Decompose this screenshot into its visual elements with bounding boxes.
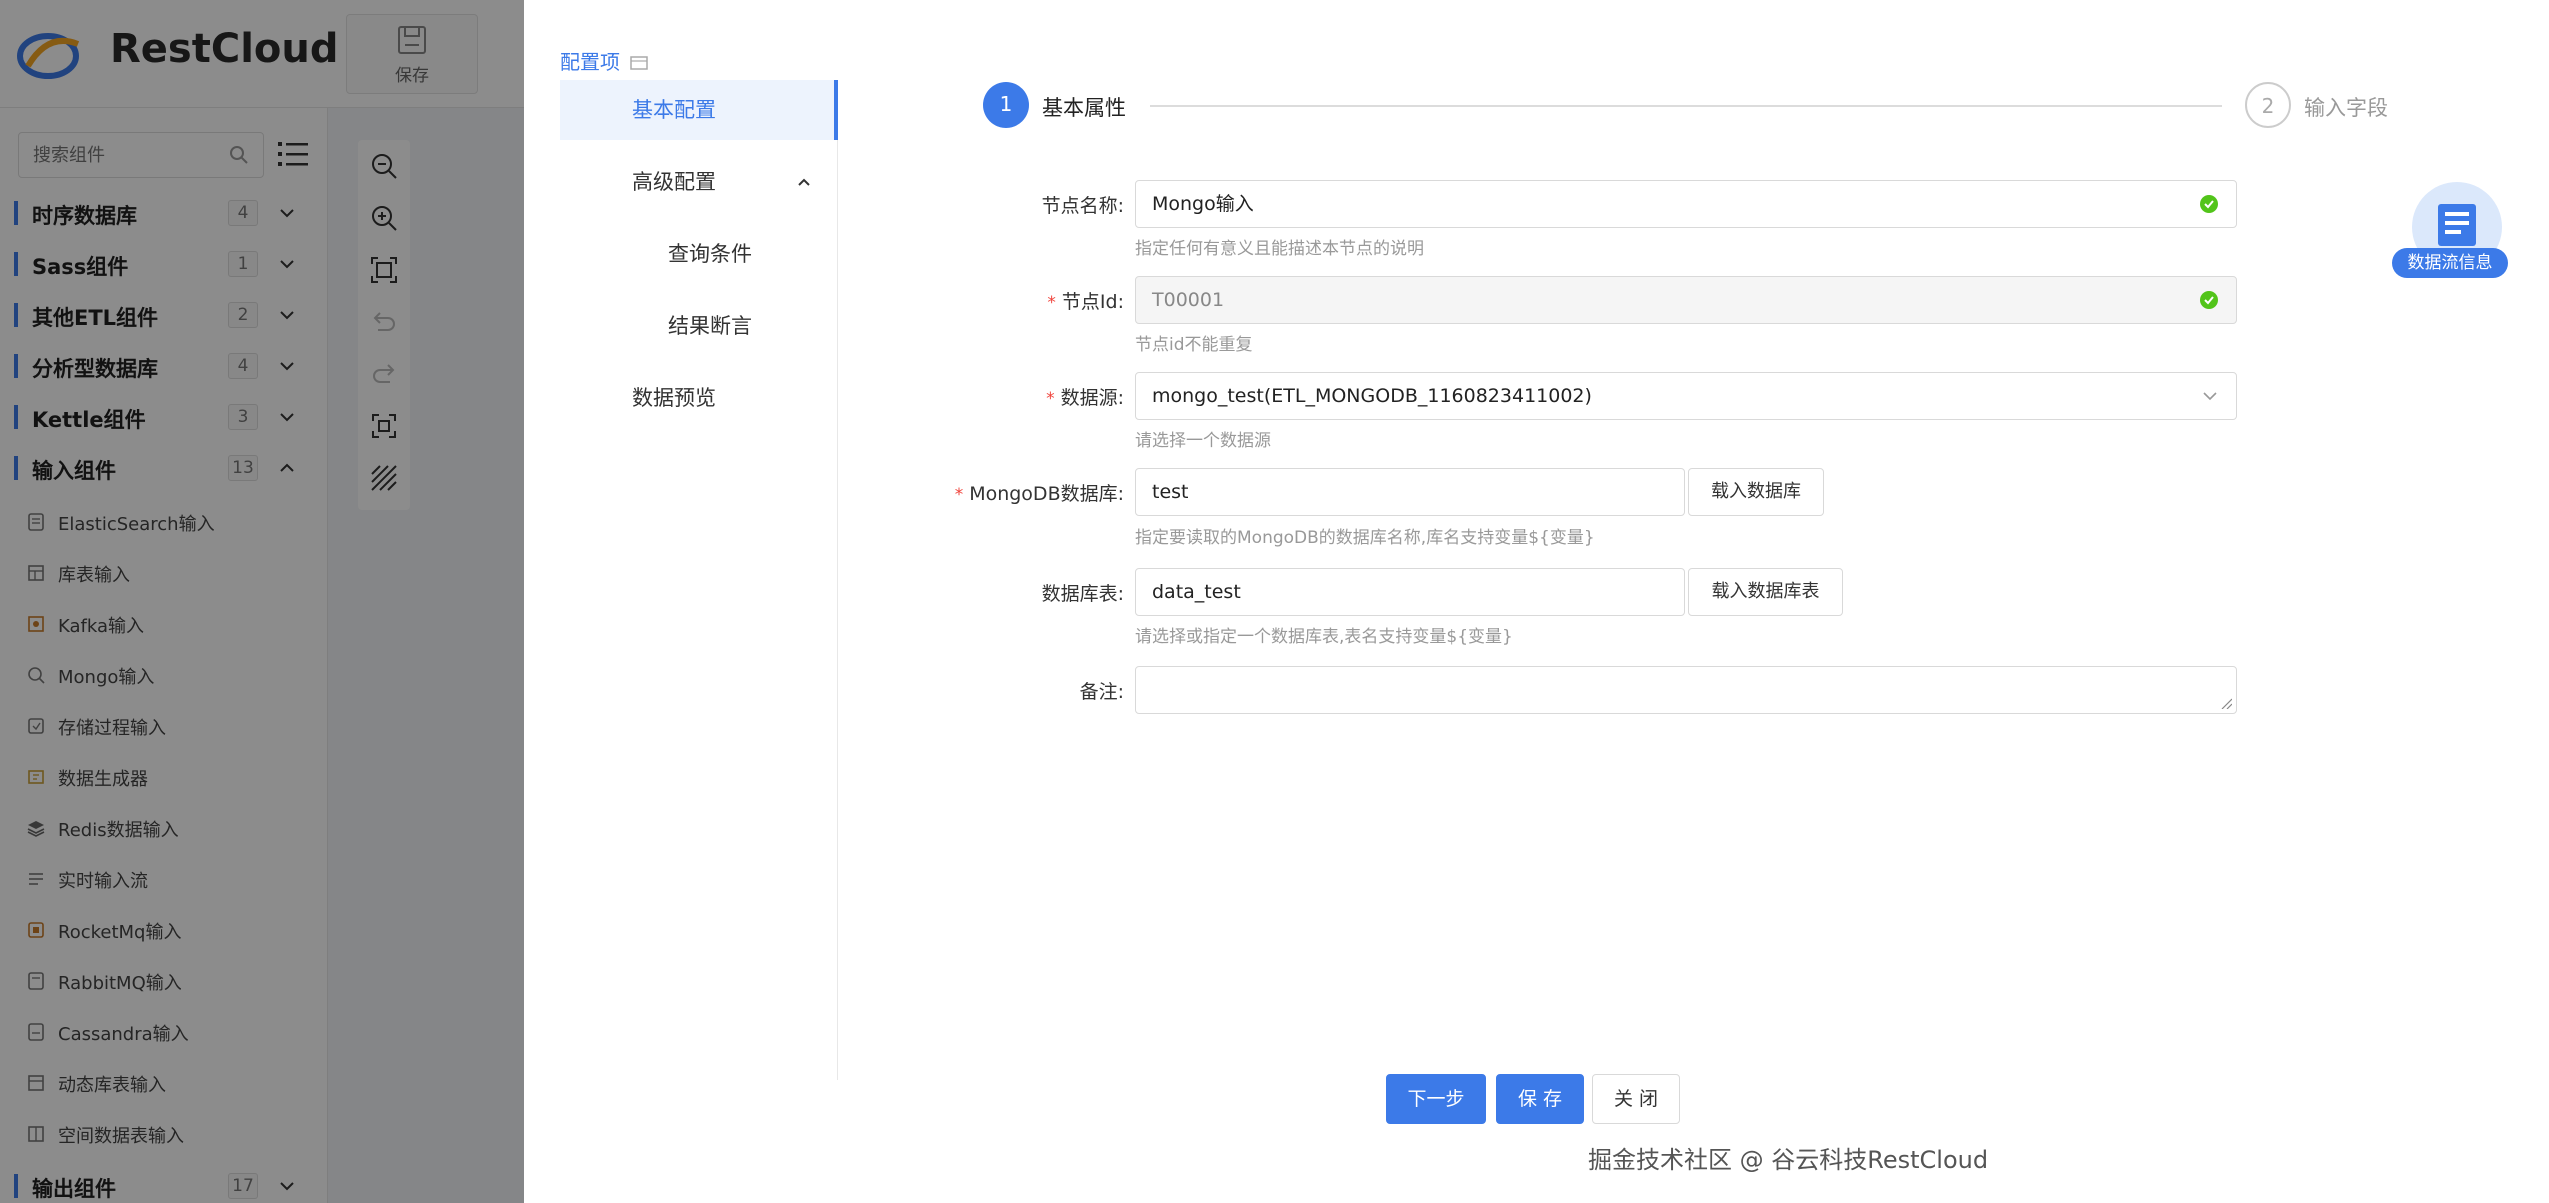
chevron-up-icon <box>798 178 810 186</box>
menu-basic-config[interactable]: 基本配置 <box>560 80 838 140</box>
save-button[interactable]: 保 存 <box>1496 1074 1584 1124</box>
menu-label: 数据预览 <box>632 386 716 410</box>
load-table-button[interactable]: 载入数据库表 <box>1688 568 1843 616</box>
menu-query-conditions[interactable]: 查询条件 <box>560 224 838 284</box>
step-1-label: 基本属性 <box>1042 96 1126 120</box>
step-1-indicator[interactable]: 1 <box>983 82 1029 128</box>
node-name-value: Mongo输入 <box>1152 193 1254 215</box>
flow-info-badge[interactable]: 数据流信息 <box>2392 182 2512 282</box>
node-name-hint: 指定任何有意义且能描述本节点的说明 <box>1135 239 1424 259</box>
config-drawer: 配置项 基本配置 高级配置 查询条件 结果断言 数据预览 1 基本属性 2 输入… <box>524 0 2549 1203</box>
check-circle-icon <box>2200 195 2218 213</box>
remark-textarea[interactable] <box>1135 666 2237 714</box>
step-2-indicator[interactable]: 2 <box>2245 82 2291 128</box>
datasource-hint: 请选择一个数据源 <box>1135 431 1271 451</box>
step-2-label: 输入字段 <box>2304 96 2388 120</box>
node-id-hint: 节点id不能重复 <box>1135 335 1253 355</box>
menu-label: 基本配置 <box>632 98 716 122</box>
db-table-input[interactable]: data_test <box>1135 568 1685 616</box>
menu-result-assertion[interactable]: 结果断言 <box>560 296 838 356</box>
config-menu: 基本配置 高级配置 查询条件 结果断言 数据预览 <box>560 80 838 1080</box>
check-circle-icon <box>2200 291 2218 309</box>
load-database-button[interactable]: 载入数据库 <box>1688 468 1824 516</box>
db-table-value: data_test <box>1152 581 1241 603</box>
menu-label: 结果断言 <box>668 314 752 338</box>
menu-label: 查询条件 <box>668 242 752 266</box>
node-id-input[interactable]: T00001 <box>1135 276 2237 324</box>
menu-data-preview[interactable]: 数据预览 <box>560 368 838 428</box>
step-connector <box>1150 105 2222 107</box>
resize-handle-icon[interactable] <box>2220 697 2232 709</box>
mongodb-db-value: test <box>1152 481 1189 503</box>
app-window: RestCloud 保存 时序数据库 4 <box>0 0 2549 1203</box>
node-id-value: T00001 <box>1152 289 1225 311</box>
collapse-panel-icon[interactable] <box>630 56 648 70</box>
required-mark: * <box>1046 389 1055 409</box>
menu-advanced-config[interactable]: 高级配置 <box>560 152 838 212</box>
datasource-select[interactable]: mongo_test(ETL_MONGODB_1160823411002) <box>1135 372 2237 420</box>
node-id-label: * 节点Id: <box>1047 291 1124 313</box>
datasource-value: mongo_test(ETL_MONGODB_1160823411002) <box>1152 385 1592 407</box>
node-name-input[interactable]: Mongo输入 <box>1135 180 2237 228</box>
footer-watermark: 掘金技术社区 @ 谷云科技RestCloud <box>1588 1146 1989 1174</box>
mongodb-db-input[interactable]: test <box>1135 468 1685 516</box>
mongodb-db-hint: 指定要读取的MongoDB的数据库名称,库名支持变量${变量} <box>1135 528 1595 548</box>
db-table-label: 数据库表: <box>1041 583 1124 605</box>
required-mark: * <box>954 485 964 505</box>
menu-label: 高级配置 <box>632 170 716 194</box>
next-step-button[interactable]: 下一步 <box>1386 1074 1486 1124</box>
close-button[interactable]: 关 闭 <box>1592 1074 1680 1124</box>
datasource-label: * 数据源: <box>1046 387 1124 409</box>
flow-info-label: 数据流信息 <box>2392 248 2508 278</box>
document-list-icon <box>2438 204 2476 246</box>
db-table-hint: 请选择或指定一个数据库表,表名支持变量${变量} <box>1135 627 1513 647</box>
mongodb-db-label: * MongoDB数据库: <box>954 483 1124 505</box>
chevron-down-icon <box>2203 392 2217 401</box>
remark-label: 备注: <box>1079 681 1124 703</box>
node-name-label: 节点名称: <box>1041 195 1124 217</box>
config-title: 配置项 <box>560 50 620 74</box>
required-mark: * <box>1047 293 1056 313</box>
